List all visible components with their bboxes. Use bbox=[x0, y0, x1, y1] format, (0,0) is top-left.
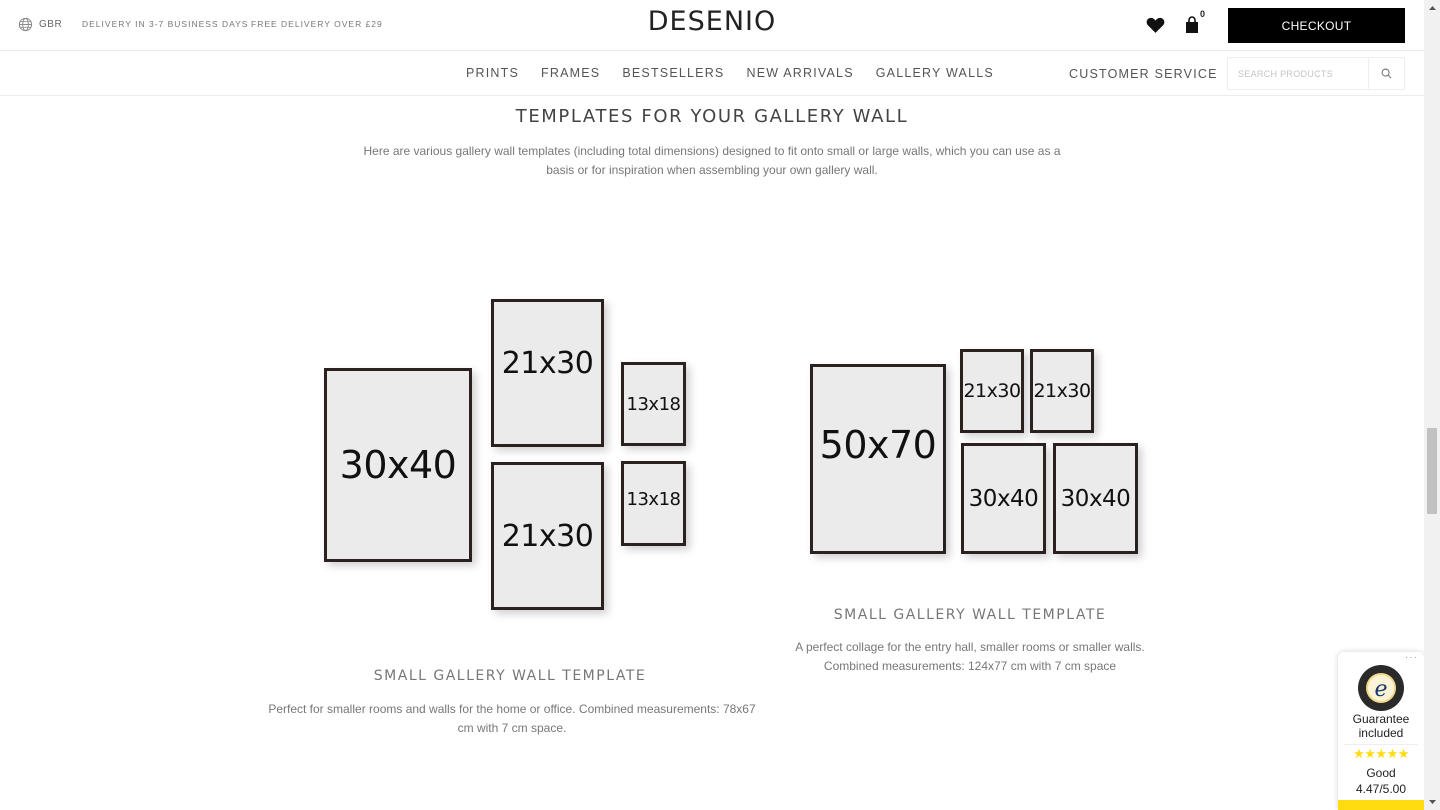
vertical-scrollbar[interactable] bbox=[1424, 0, 1440, 810]
trusted-shops-widget[interactable]: ··· e Guarantee included ★★★★★ Good 4.47… bbox=[1338, 652, 1424, 810]
frame-label: 21x30 bbox=[1033, 380, 1091, 402]
search-input[interactable] bbox=[1228, 58, 1370, 89]
frame-label: 50x70 bbox=[819, 423, 937, 467]
delivery-time-text: DELIVERY IN 3-7 BUSINESS DAYS bbox=[82, 19, 249, 29]
nav-link-prints[interactable]: PRINTS bbox=[466, 66, 519, 80]
rating-stars-icon: ★★★★★ bbox=[1353, 746, 1409, 761]
cart-count-badge: 0 bbox=[1200, 9, 1206, 19]
frame-label: 13x18 bbox=[626, 489, 681, 510]
frame-30x40: 30x40 bbox=[324, 368, 472, 562]
checkout-button[interactable]: CHECKOUT bbox=[1228, 8, 1405, 43]
frame-13x18: 13x18 bbox=[621, 461, 686, 546]
frame-label: 30x40 bbox=[968, 485, 1039, 512]
frame-label: 21x30 bbox=[501, 518, 594, 554]
frame-label: 13x18 bbox=[626, 393, 681, 415]
nav-link-new-arrivals[interactable]: NEW ARRIVALS bbox=[746, 66, 853, 80]
search-button[interactable] bbox=[1369, 58, 1404, 89]
search-box bbox=[1227, 57, 1405, 90]
main-nav: PRINTS FRAMES BESTSELLERS NEW ARRIVALS G… bbox=[0, 52, 1424, 96]
trusted-shops-seal-icon: e bbox=[1358, 665, 1404, 711]
frame-21x30: 21x30 bbox=[491, 299, 604, 447]
scroll-up-arrow[interactable] bbox=[1424, 0, 1440, 16]
page: GBR DELIVERY IN 3-7 BUSINESS DAYS FREE D… bbox=[0, 0, 1424, 810]
widget-menu-icon[interactable]: ··· bbox=[1405, 652, 1418, 663]
frame-13x18: 13x18 bbox=[621, 362, 686, 446]
nav-link-frames[interactable]: FRAMES bbox=[541, 66, 600, 80]
free-delivery-text: FREE DELIVERY OVER £29 bbox=[251, 19, 383, 29]
frame-label: 21x30 bbox=[963, 380, 1021, 402]
frame-30x40: 30x40 bbox=[961, 443, 1046, 554]
scroll-down-arrow[interactable] bbox=[1424, 794, 1440, 810]
desenio-logo[interactable]: DESENIO bbox=[648, 6, 776, 37]
search-icon bbox=[1381, 68, 1392, 79]
template-1-title: SMALL GALLERY WALL TEMPLATE bbox=[373, 668, 647, 684]
frame-label: 30x40 bbox=[339, 443, 457, 487]
arrow-up-icon bbox=[1428, 6, 1436, 10]
frame-label: 30x40 bbox=[1060, 485, 1131, 512]
guarantee-text: Guarantee included bbox=[1352, 712, 1410, 740]
intro-text: Here are various gallery wall templates … bbox=[363, 144, 1061, 177]
frame-21x30: 21x30 bbox=[1030, 349, 1094, 433]
nav-link-bestsellers[interactable]: BESTSELLERS bbox=[622, 66, 724, 80]
top-bar: GBR DELIVERY IN 3-7 BUSINESS DAYS FREE D… bbox=[0, 0, 1424, 51]
template-2-description: A perfect collage for the entry hall, sm… bbox=[795, 640, 1145, 673]
country-selector[interactable]: GBR bbox=[18, 17, 62, 32]
frame-30x40: 30x40 bbox=[1053, 443, 1138, 554]
country-code: GBR bbox=[39, 19, 63, 30]
frame-50x70: 50x70 bbox=[810, 364, 946, 554]
heart-icon[interactable] bbox=[1146, 16, 1165, 34]
nav-links: PRINTS FRAMES BESTSELLERS NEW ARRIVALS G… bbox=[466, 66, 994, 80]
nav-link-gallery-walls[interactable]: GALLERY WALLS bbox=[876, 66, 994, 80]
frame-21x30: 21x30 bbox=[491, 462, 604, 610]
widget-accent-bar bbox=[1338, 800, 1424, 810]
divider bbox=[1344, 744, 1418, 745]
frame-label: 21x30 bbox=[501, 346, 594, 381]
shopping-bag-icon[interactable] bbox=[1185, 16, 1199, 33]
customer-service-link[interactable]: CUSTOMER SERVICE bbox=[1069, 67, 1218, 81]
rating-value: 4.47/5.00 bbox=[1355, 782, 1407, 796]
frame-21x30: 21x30 bbox=[960, 349, 1024, 433]
template-2-title: SMALL GALLERY WALL TEMPLATE bbox=[833, 607, 1107, 623]
rating-word: Good bbox=[1366, 766, 1396, 780]
template-1-description: Perfect for smaller rooms and walls for … bbox=[268, 702, 756, 735]
page-heading: TEMPLATES FOR YOUR GALLERY WALL bbox=[515, 106, 909, 127]
rating-text: Good 4.47/5.00 bbox=[1338, 765, 1424, 797]
scroll-thumb[interactable] bbox=[1427, 428, 1437, 514]
svg-text:e: e bbox=[1374, 677, 1387, 702]
arrow-down-icon bbox=[1428, 800, 1436, 804]
globe-icon bbox=[18, 17, 33, 32]
